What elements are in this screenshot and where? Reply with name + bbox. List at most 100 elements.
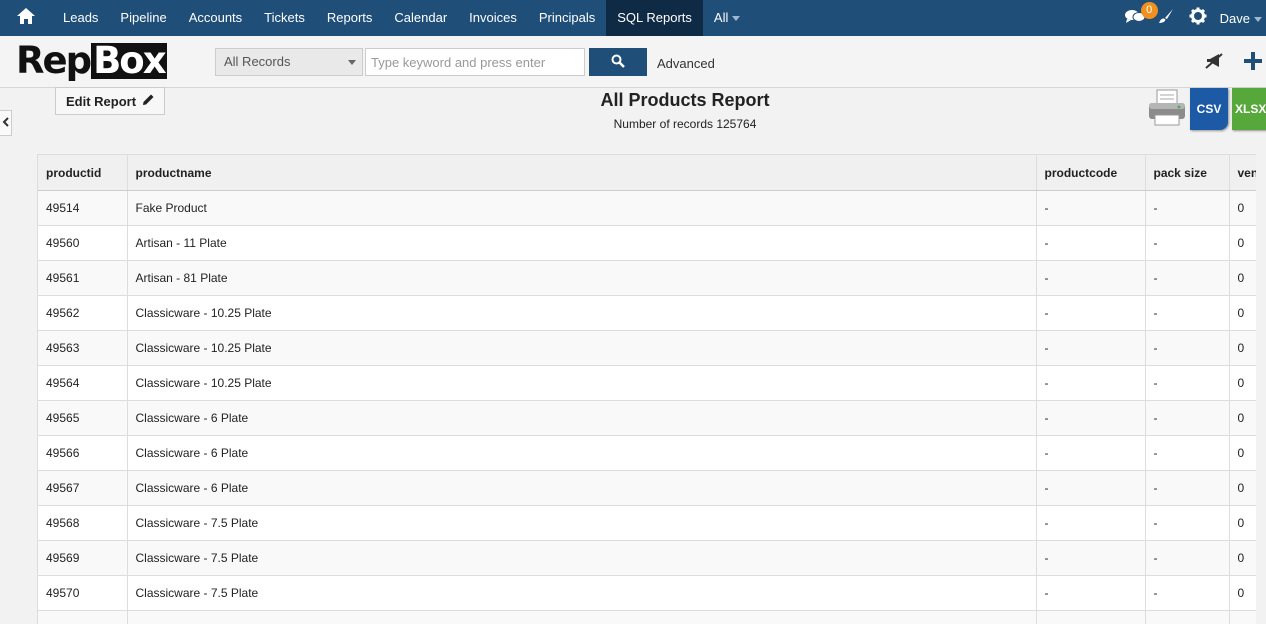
nav-item-tickets[interactable]: Tickets [253, 0, 316, 36]
table-row[interactable]: 49560 Artisan - 11 Plate - -0 [38, 225, 1256, 261]
plus-icon[interactable] [1244, 52, 1262, 75]
table-cell: Classicware - 6 Plate [127, 435, 1037, 471]
column-header[interactable]: productid [38, 154, 128, 191]
table-cell: Classicware - 7.5 Plate [127, 575, 1037, 611]
table-cell: - [1145, 365, 1230, 401]
chat-button[interactable]: 0 [1120, 0, 1158, 36]
report-table-container[interactable]: productid productname productcode pack size… [37, 154, 1256, 624]
search-icon [611, 54, 625, 71]
table-cell: 0 [1229, 365, 1256, 401]
home-button[interactable] [0, 0, 52, 36]
table-cell: 49569 [38, 540, 128, 576]
column-header[interactable]: productcode [1036, 154, 1146, 191]
table-cell: 49567 [38, 470, 128, 506]
nav-item-label: Invoices [469, 10, 517, 25]
table-row[interactable]: 49563 Classicware - 10.25 Plate - -0 [38, 330, 1256, 366]
search-input[interactable] [365, 48, 585, 76]
table-cell: 49563 [38, 330, 128, 366]
chevron-down-icon [348, 60, 356, 65]
table-row[interactable]: 49562 Classicware - 10.25 Plate - -0 [38, 295, 1256, 331]
nav-item-sql-reports[interactable]: SQL Reports [606, 0, 703, 36]
table-cell: 49562 [38, 295, 128, 331]
table-cell: - [1036, 365, 1146, 401]
gear-icon [1189, 7, 1207, 30]
table-row[interactable]: 49568 Classicware - 7.5 Plate - -0 [38, 505, 1256, 541]
table-row[interactable]: 49564 Classicware - 10.25 Plate - -0 [38, 365, 1256, 401]
nav-item-leads[interactable]: Leads [52, 0, 109, 36]
nav-item-pipeline[interactable]: Pipeline [109, 0, 177, 36]
record-count: Number of records 125764 [613, 117, 757, 131]
nav-item-accounts[interactable]: Accounts [178, 0, 253, 36]
table-cell: Classicware - 6 Plate [127, 470, 1037, 506]
table-cell: - [1036, 295, 1146, 331]
table-cell: 0 [1229, 225, 1256, 261]
table-row[interactable] [38, 610, 1256, 624]
user-menu[interactable]: Dave [1214, 11, 1266, 26]
nav-item-principals[interactable]: Principals [528, 0, 606, 36]
column-header[interactable]: pack size [1145, 154, 1230, 191]
table-cell [127, 610, 1037, 624]
table-cell: 0 [1229, 190, 1256, 226]
home-icon [16, 7, 36, 30]
table-cell: 0 [1229, 330, 1256, 366]
table-cell: 0 [1229, 470, 1256, 506]
table-cell: 0 [1229, 505, 1256, 541]
nav-item-label: Leads [63, 10, 99, 25]
table-cell: 49568 [38, 505, 128, 541]
chevron-down-icon [732, 16, 741, 22]
table-cell: - [1036, 435, 1146, 471]
navbar-right: 0 Dave [1120, 0, 1266, 36]
table-cell: - [1145, 295, 1230, 331]
record-filter-select[interactable]: All Records [215, 48, 363, 76]
megaphone-icon[interactable] [1205, 52, 1225, 75]
nav-item-all[interactable]: All [703, 0, 751, 36]
nav-item-invoices[interactable]: Invoices [458, 0, 528, 36]
table-cell: - [1145, 330, 1230, 366]
column-header[interactable]: ven [1229, 154, 1256, 191]
nav-item-label: Pipeline [120, 10, 167, 25]
nav-item-label: Principals [538, 10, 596, 25]
table-cell: - [1145, 435, 1230, 471]
nav-item-reports[interactable]: Reports [316, 0, 384, 36]
export-csv-button[interactable]: CSV [1190, 88, 1228, 130]
table-row[interactable]: 49565 Classicware - 6 Plate - -0 [38, 400, 1256, 436]
table-row[interactable]: 49567 Classicware - 6 Plate - -0 [38, 470, 1256, 506]
table-row[interactable]: 49514 Fake Product - -0 [38, 190, 1256, 226]
table-cell: 0 [1229, 400, 1256, 436]
chevron-left-icon [2, 114, 9, 132]
table-cell: 49566 [38, 435, 128, 471]
table-cell [1229, 610, 1256, 624]
table-cell: - [1036, 260, 1146, 296]
table-cell: Artisan - 81 Plate [127, 260, 1037, 296]
table-row[interactable]: 49561 Artisan - 81 Plate - -0 [38, 260, 1256, 296]
repbox-logo[interactable]: RepBox [16, 41, 167, 81]
table-cell: - [1036, 225, 1146, 261]
table-cell: 0 [1229, 435, 1256, 471]
chevron-down-icon [1254, 16, 1262, 22]
nav-item-label: Calendar [394, 10, 448, 25]
nav-item-calendar[interactable]: Calendar [383, 0, 458, 36]
table-row[interactable]: 49566 Classicware - 6 Plate - -0 [38, 435, 1256, 471]
table-cell: Classicware - 7.5 Plate [127, 540, 1037, 576]
table-cell: - [1145, 540, 1230, 576]
pencil-icon [142, 94, 154, 109]
table-cell: 49514 [38, 190, 128, 226]
printer-icon[interactable] [1147, 89, 1187, 132]
table-cell: 0 [1229, 575, 1256, 611]
table-row[interactable]: 49569 Classicware - 7.5 Plate - -0 [38, 540, 1256, 576]
nav-item-label: All [713, 10, 729, 25]
notification-badge: 0 [1140, 2, 1158, 19]
settings-button[interactable] [1182, 0, 1214, 36]
column-header[interactable]: productname [127, 154, 1037, 191]
search-toolbar: RepBox All Records Advanced [0, 36, 1266, 88]
sidebar-toggle[interactable] [0, 110, 12, 136]
edit-report-button[interactable]: Edit Report [55, 87, 165, 115]
top-navbar: Leads Pipeline Accounts Tickets Reports Calen… [0, 0, 1266, 36]
search-button[interactable] [589, 48, 647, 76]
table-row[interactable]: 49570 Classicware - 7.5 Plate - -0 [38, 575, 1256, 611]
advanced-search-link[interactable]: Advanced [657, 56, 715, 71]
user-name: Dave [1219, 10, 1250, 26]
report-table: productid productname productcode pack size… [38, 154, 1256, 624]
export-xlsx-button[interactable]: XLSX [1232, 88, 1266, 130]
edit-report-label: Edit Report [65, 93, 137, 109]
